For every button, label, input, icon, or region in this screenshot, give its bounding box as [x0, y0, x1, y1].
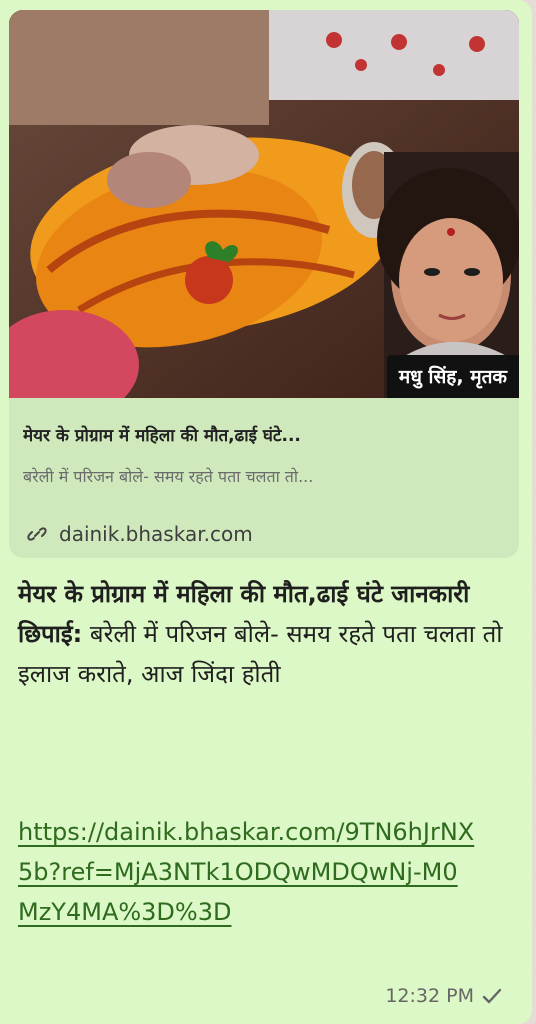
message-link[interactable]: https://dainik.bhaskar.com/9TN6hJrNX5b?r… — [18, 812, 478, 932]
message-body: बरेली में परिजन बोले- समय रहते पता चलता … — [18, 620, 503, 688]
message-meta: 12:32 PM — [385, 985, 502, 1007]
preview-domain: dainik.bhaskar.com — [59, 522, 253, 546]
preview-domain-row[interactable]: dainik.bhaskar.com — [27, 522, 253, 546]
message-text: मेयर के प्रोग्राम में महिला की मौत,ढाई घ… — [18, 574, 513, 694]
preview-description[interactable]: बरेली में परिजन बोले- समय रहते पता चलता … — [23, 465, 503, 487]
message-time: 12:32 PM — [385, 985, 474, 1007]
link-preview-card[interactable]: मधु सिंह, मृतक मेयर के प्रोग्राम में महि… — [9, 10, 519, 558]
news-photo — [9, 10, 519, 398]
preview-image[interactable]: मधु सिंह, मृतक — [9, 10, 519, 398]
image-caption: मधु सिंह, मृतक — [386, 355, 519, 398]
single-check-icon — [482, 986, 502, 1006]
link-icon — [27, 524, 47, 544]
preview-title[interactable]: मेयर के प्रोग्राम में महिला की मौत,ढाई घ… — [23, 423, 503, 446]
message-bubble[interactable]: मधु सिंह, मृतक मेयर के प्रोग्राम में महि… — [0, 0, 532, 1024]
